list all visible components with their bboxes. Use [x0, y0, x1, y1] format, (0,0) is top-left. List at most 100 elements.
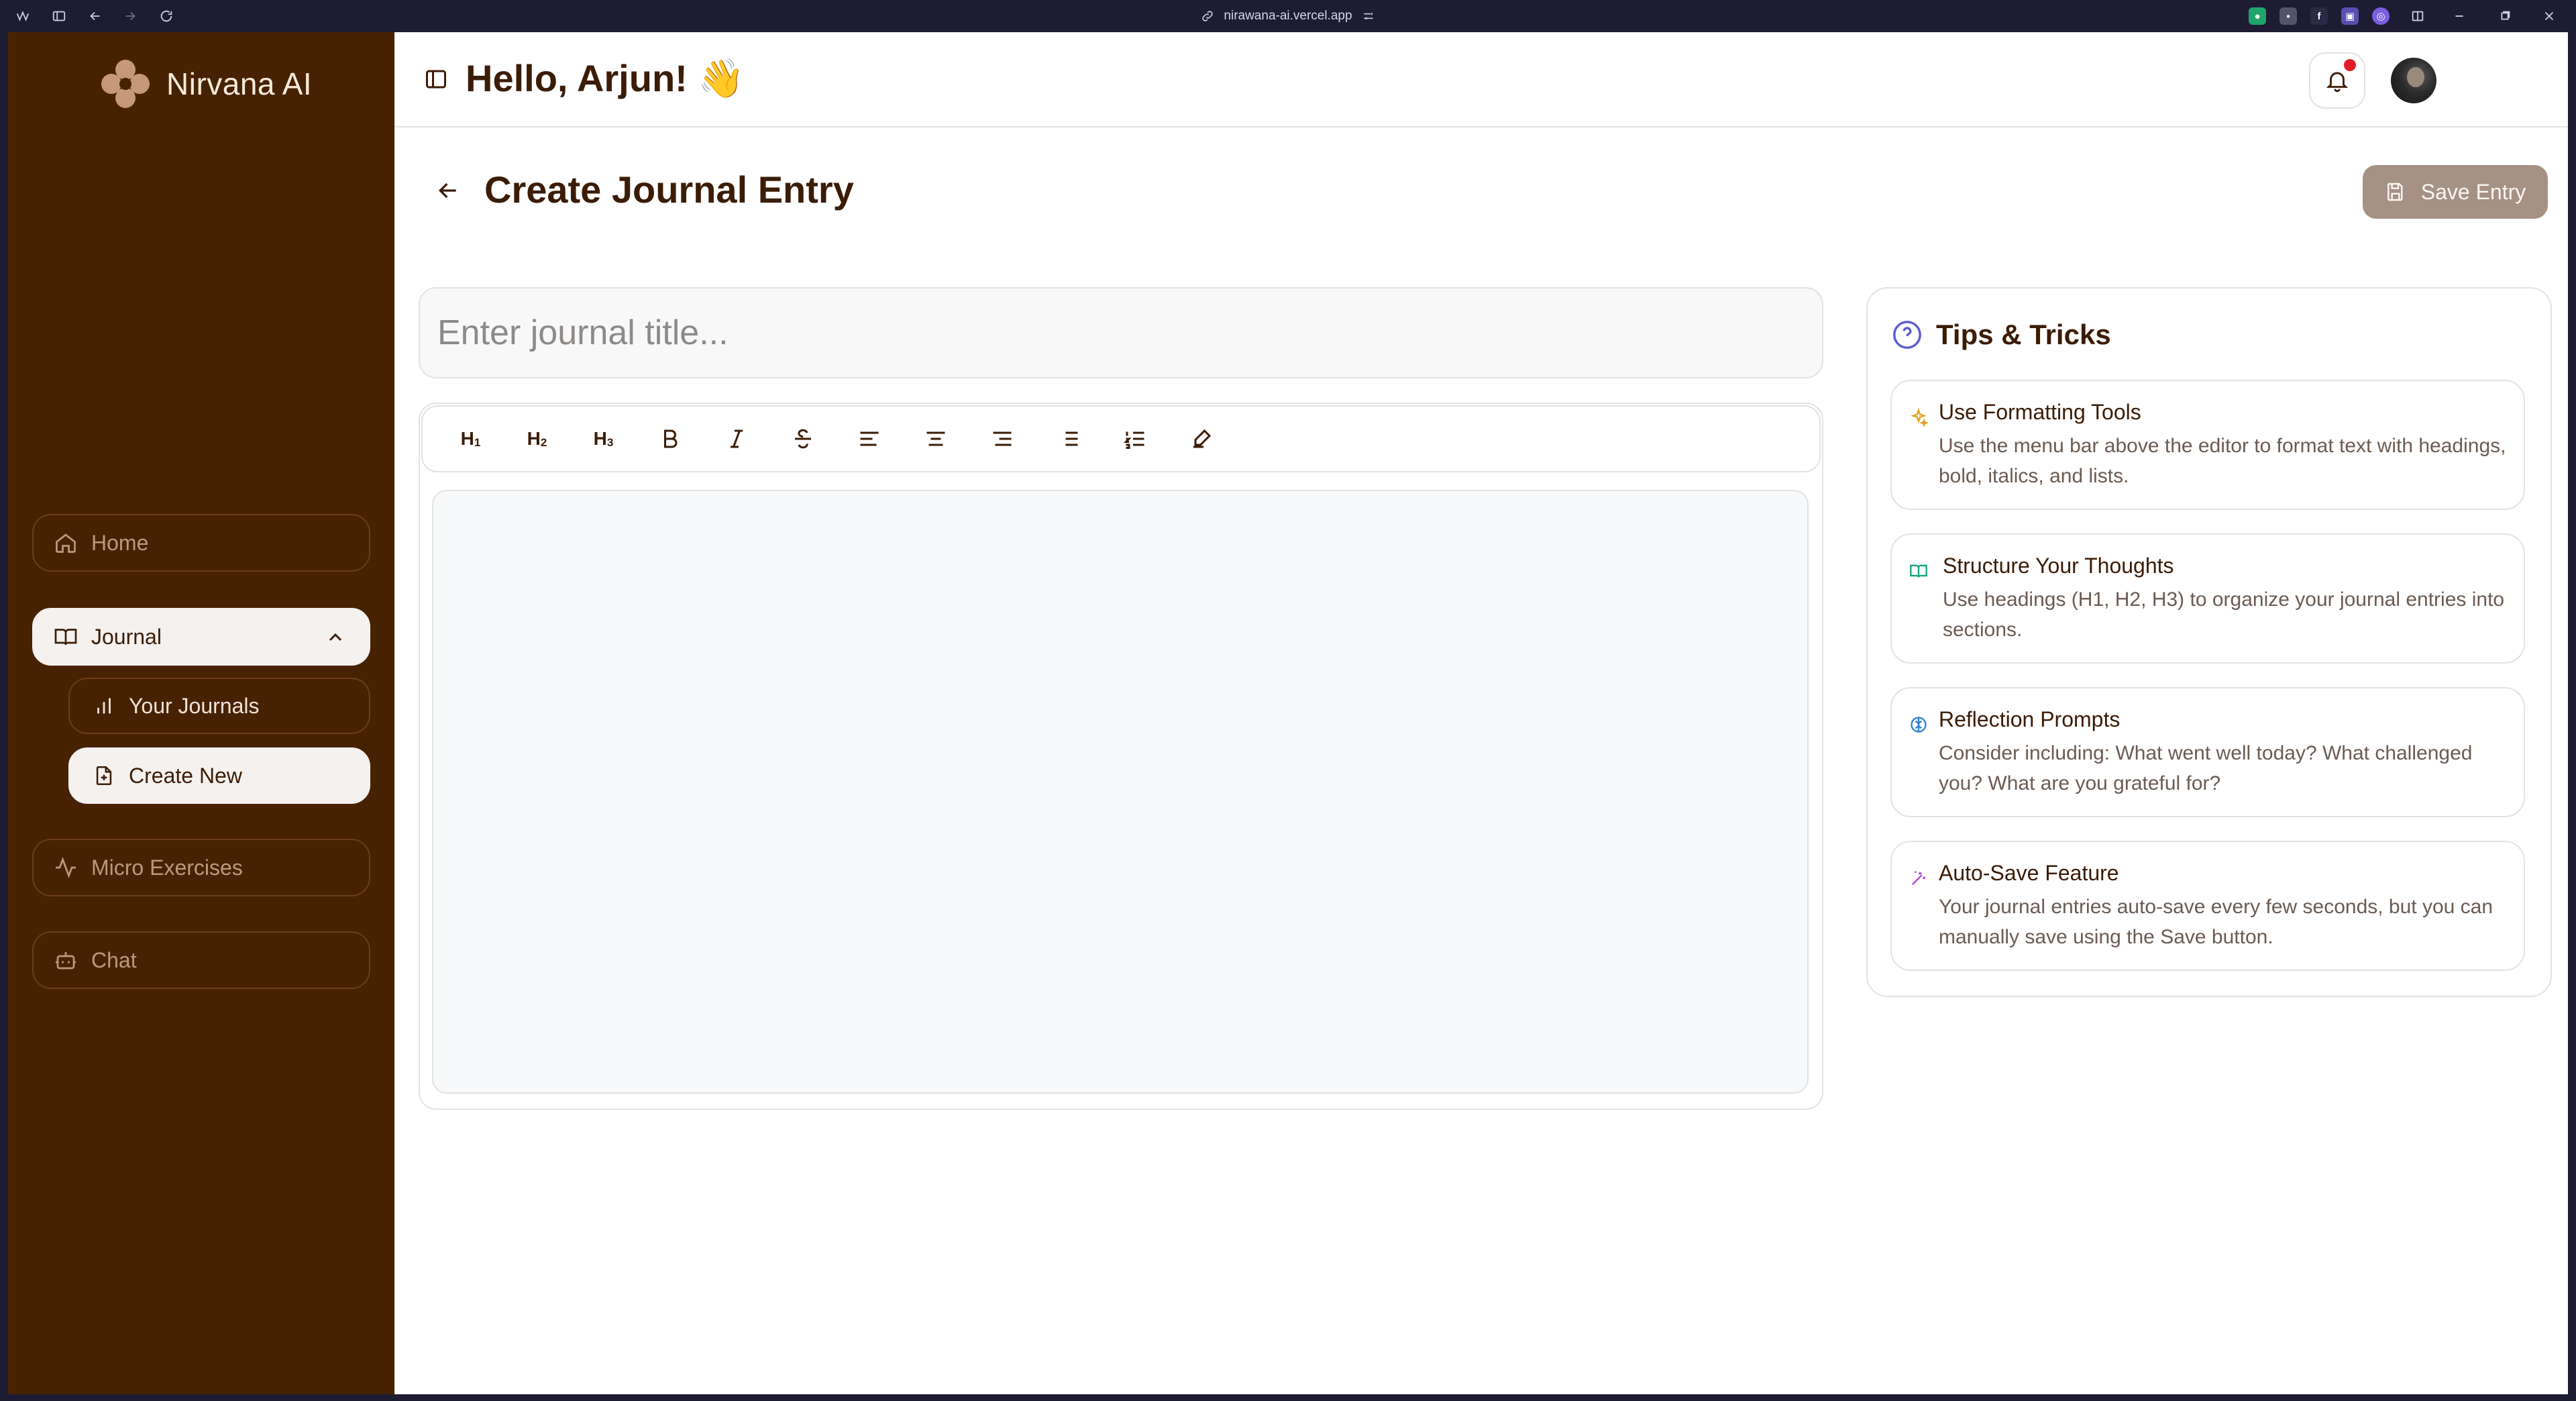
- magic-wand-icon: [1911, 871, 1925, 886]
- editor-toolbar: H1 H2 H3: [421, 405, 1821, 472]
- bullet-list-icon: [1060, 431, 1077, 446]
- clear-format-button[interactable]: [1168, 415, 1234, 462]
- tip-title: Auto-Save Feature: [1939, 861, 2119, 885]
- minimize-icon[interactable]: [2449, 5, 2470, 27]
- sidebar-item-label: Journal: [91, 624, 162, 649]
- brain-icon: [1911, 717, 1927, 733]
- panel-toggle-icon[interactable]: [424, 67, 448, 91]
- extension-icon-1[interactable]: ●: [2249, 7, 2266, 25]
- italic-icon: [730, 429, 743, 448]
- extension-icon-4[interactable]: ▣: [2341, 7, 2359, 25]
- save-entry-label: Save Entry: [2420, 179, 2526, 204]
- back-arrow-icon[interactable]: [85, 5, 106, 27]
- sidebar-subitem-label: Your Journals: [129, 693, 260, 718]
- align-right-button[interactable]: [969, 415, 1035, 462]
- sidebar-item-home[interactable]: Home: [32, 514, 370, 572]
- brand[interactable]: Nirvana AI: [97, 54, 312, 114]
- top-header: Hello, Arjun! 👋: [394, 32, 2568, 127]
- chevron-up-icon[interactable]: [325, 627, 346, 648]
- sidebar-toggle-icon[interactable]: [48, 5, 70, 27]
- save-entry-button[interactable]: Save Entry: [2363, 165, 2548, 219]
- url-text: nirawana-ai.vercel.app: [1224, 9, 1352, 23]
- heading-2-button[interactable]: H2: [504, 415, 570, 462]
- ordered-list-icon: [1123, 431, 1144, 449]
- tip-card-reflection: Reflection Prompts Consider including: W…: [1890, 687, 2525, 817]
- brand-name: Nirvana AI: [166, 66, 313, 101]
- page-title: Create Journal Entry: [484, 168, 854, 211]
- tip-card-formatting: Use Formatting Tools Use the menu bar ab…: [1890, 380, 2525, 510]
- heading-1-button[interactable]: H1: [437, 415, 504, 462]
- book-icon: [54, 629, 77, 645]
- align-center-icon: [926, 431, 945, 446]
- bold-icon: [663, 429, 677, 448]
- tip-title: Structure Your Thoughts: [1943, 554, 2174, 578]
- split-view-icon[interactable]: [2407, 5, 2428, 27]
- sidebar-item-label: Micro Exercises: [91, 855, 243, 880]
- sidebar-item-chat[interactable]: Chat: [32, 931, 370, 989]
- bullet-list-button[interactable]: [1035, 415, 1102, 462]
- align-center-button[interactable]: [902, 415, 969, 462]
- strikethrough-icon: [794, 429, 811, 449]
- extension-icon-5[interactable]: ◎: [2372, 7, 2390, 25]
- align-right-icon: [993, 431, 1011, 446]
- back-arrow-icon[interactable]: [435, 177, 462, 204]
- notification-badge: [2344, 59, 2356, 71]
- forward-arrow-icon[interactable]: [119, 5, 141, 27]
- sidebar-subitem-your-journals[interactable]: Your Journals: [68, 678, 370, 734]
- home-icon: [56, 533, 76, 553]
- bot-icon: [56, 952, 76, 970]
- tip-description: Your journal entries auto-save every few…: [1939, 896, 2493, 948]
- activity-icon: [56, 857, 76, 878]
- bar-chart-icon: [97, 698, 111, 714]
- sidebar-item-label: Chat: [91, 947, 137, 972]
- tip-title: Use Formatting Tools: [1939, 400, 2141, 424]
- sidebar-item-micro-exercises[interactable]: Micro Exercises: [32, 839, 370, 896]
- tip-description: Consider including: What went well today…: [1939, 742, 2473, 794]
- align-left-icon: [860, 431, 878, 446]
- ordered-list-button[interactable]: [1102, 415, 1168, 462]
- extension-icon-2[interactable]: ▪: [2279, 7, 2297, 25]
- bell-icon: [2326, 72, 2349, 93]
- extension-icon-3[interactable]: f: [2310, 7, 2328, 25]
- sidebar-item-journal[interactable]: Journal: [32, 608, 370, 666]
- align-left-button[interactable]: [836, 415, 902, 462]
- browser-menu-icon[interactable]: [12, 5, 34, 27]
- tip-description: Use the menu bar above the editor to for…: [1939, 435, 2506, 487]
- tips-title: Tips & Tricks: [1936, 319, 2111, 350]
- sidebar: Nirvana AI Home Journal Your Journals Cr…: [8, 32, 394, 1394]
- bold-button[interactable]: [637, 415, 703, 462]
- browser-chrome: nirawana-ai.vercel.app ● ▪ f ▣ ◎: [0, 0, 2576, 32]
- sidebar-item-label: Home: [91, 530, 149, 555]
- strikethrough-button[interactable]: [769, 415, 836, 462]
- file-plus-icon: [96, 766, 112, 786]
- tip-card-structure: Structure Your Thoughts Use headings (H1…: [1890, 533, 2525, 664]
- save-icon: [2387, 183, 2403, 201]
- main-content: Create Journal Entry Save Entry H1 H2 H3: [394, 129, 2568, 1394]
- heading-3-button[interactable]: H3: [570, 415, 637, 462]
- app-window: Nirvana AI Home Journal Your Journals Cr…: [8, 32, 2568, 1394]
- open-book-icon: [1910, 564, 1927, 578]
- italic-button[interactable]: [703, 415, 769, 462]
- avatar[interactable]: [2391, 58, 2436, 103]
- sparkles-icon: [1911, 408, 1928, 427]
- help-circle-icon: [1893, 321, 1921, 349]
- tips-header: Tips & Tricks: [1892, 317, 2111, 353]
- tip-description: Use headings (H1, H2, H3) to organize yo…: [1943, 588, 2505, 641]
- site-settings-icon[interactable]: [1362, 9, 1375, 23]
- address-bar[interactable]: nirawana-ai.vercel.app: [1154, 5, 1422, 27]
- tip-card-autosave: Auto-Save Feature Your journal entries a…: [1890, 841, 2525, 971]
- sidebar-subitem-label: Create New: [129, 763, 242, 788]
- tip-title: Reflection Prompts: [1939, 707, 2121, 731]
- journal-title-input[interactable]: [419, 287, 1823, 378]
- greeting: Hello, Arjun! 👋: [466, 57, 745, 99]
- nirvana-logo-icon: [101, 60, 150, 108]
- journal-editor[interactable]: [432, 490, 1809, 1094]
- eraser-pen-icon: [1193, 429, 1211, 448]
- link-icon: [1202, 11, 1214, 21]
- sidebar-subitem-create-new[interactable]: Create New: [68, 747, 370, 804]
- tips-panel: Tips & Tricks Use Formatting Tools Use t…: [1866, 287, 2552, 997]
- restore-icon[interactable]: [2494, 5, 2516, 27]
- reload-icon[interactable]: [156, 5, 177, 27]
- notifications-button[interactable]: [2309, 52, 2365, 109]
- close-window-icon[interactable]: [2538, 5, 2560, 27]
